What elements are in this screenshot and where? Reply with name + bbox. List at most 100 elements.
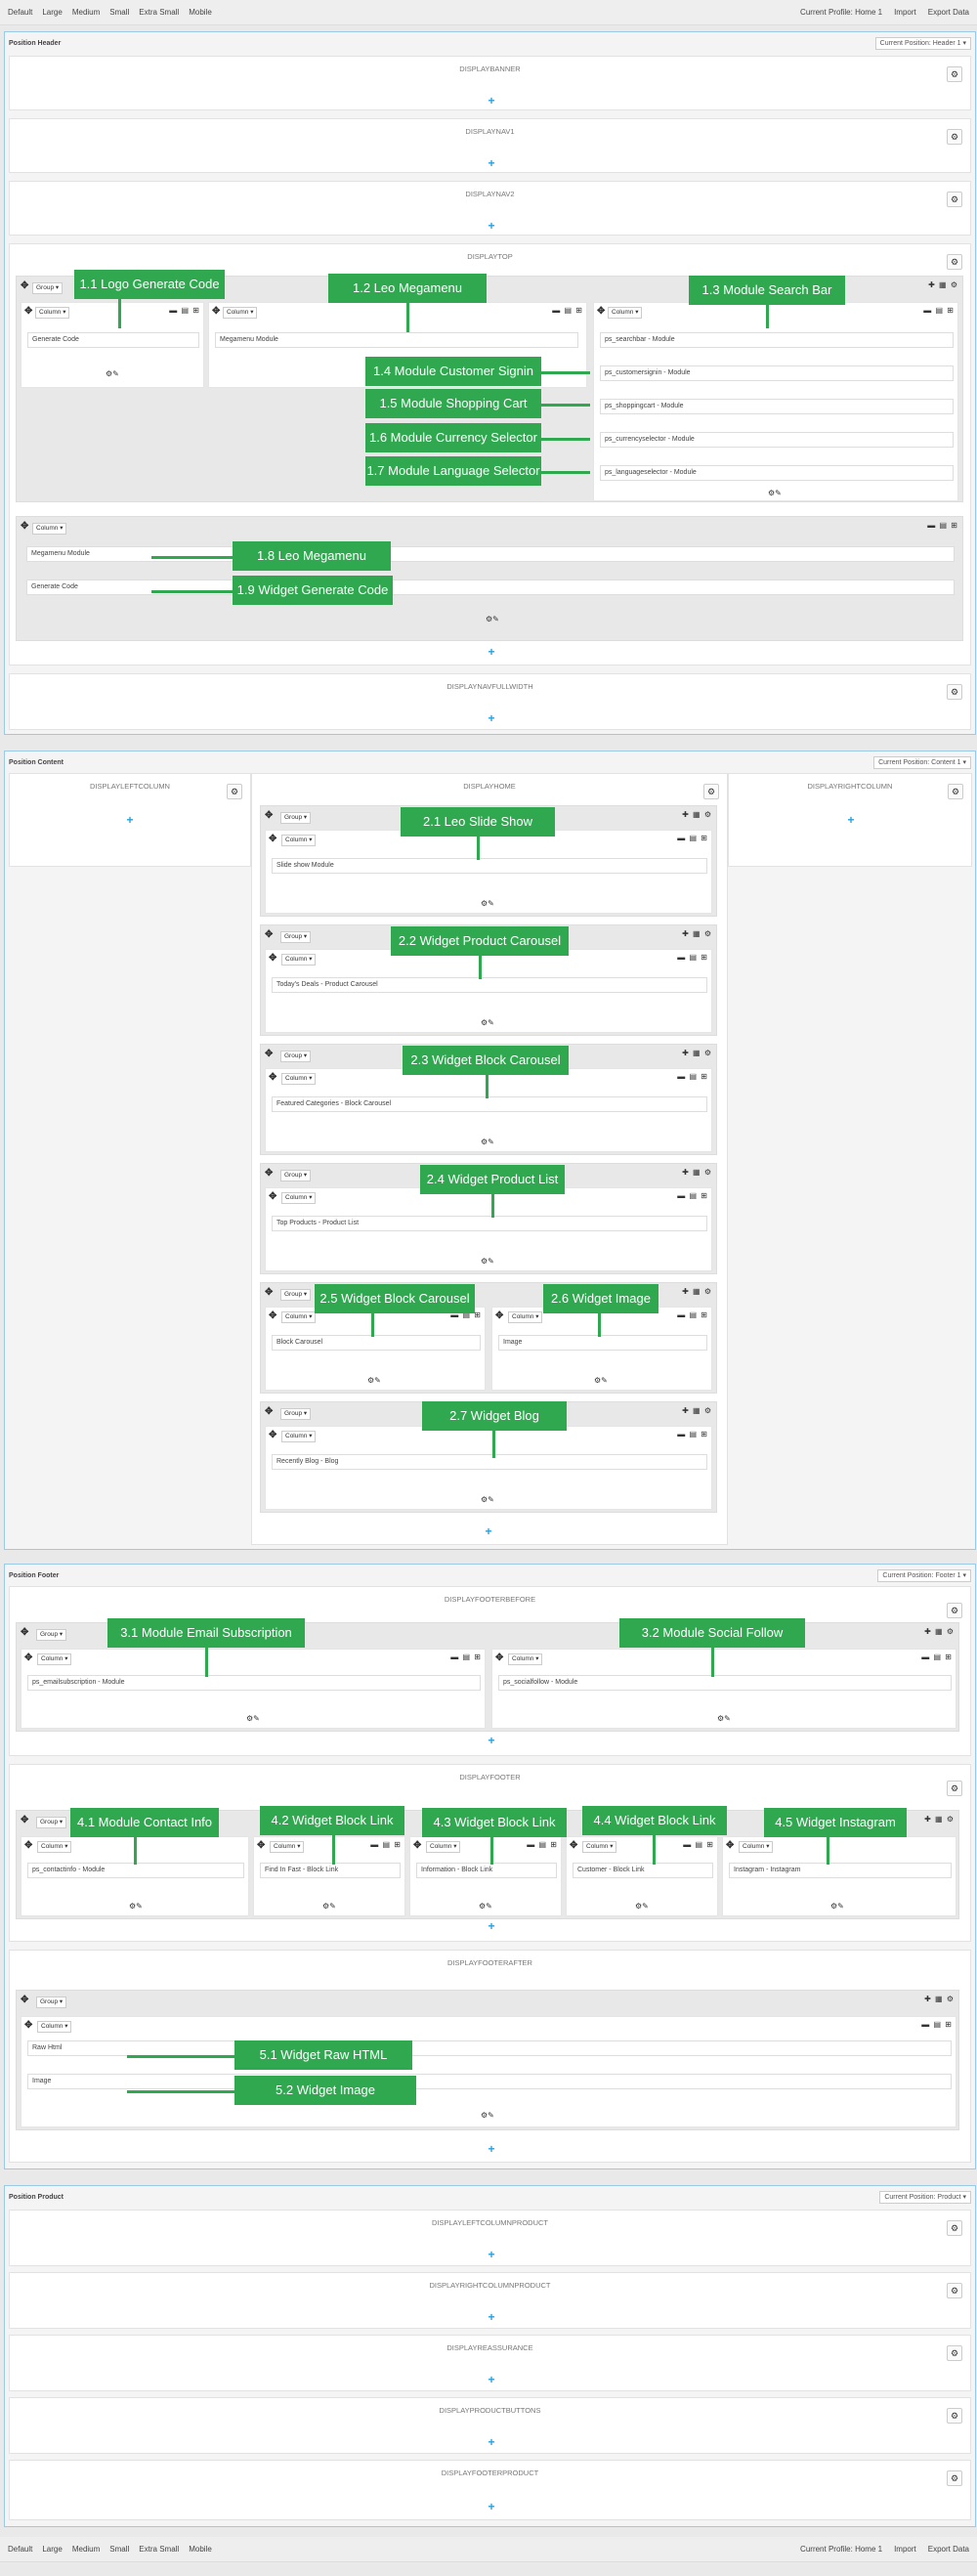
column-tools-icon[interactable]: ⚙✎ — [129, 1902, 143, 1911]
gear-icon[interactable]: ⚙ — [947, 2345, 962, 2361]
module-contactinfo[interactable]: ps_contactinfo - Module — [27, 1863, 244, 1878]
group-controls[interactable]: ✚ ▦ ⚙ — [682, 1168, 712, 1177]
add-icon[interactable]: + — [487, 645, 496, 659]
group-select[interactable]: Group ▾ — [280, 1170, 312, 1181]
add-icon[interactable]: + — [487, 1734, 496, 1747]
position-header-select[interactable]: Current Position: Header 1 ▾ — [874, 37, 971, 50]
add-icon[interactable]: + — [487, 711, 496, 725]
add-icon[interactable]: + — [487, 2248, 496, 2261]
device-medium[interactable]: Medium — [72, 2545, 100, 2554]
column-controls[interactable]: ▬ ▤ ⊞ — [921, 1653, 953, 1661]
move-handle-icon[interactable]: ✥ — [21, 521, 28, 532]
column-tools-icon[interactable]: ⚙✎ — [768, 489, 782, 497]
column-tools-icon[interactable]: ⚙✎ — [106, 369, 119, 378]
group-controls[interactable]: ✚ ▦ ⚙ — [924, 1995, 955, 2003]
module-information[interactable]: Information - Block Link — [416, 1863, 557, 1878]
move-handle-icon[interactable]: ✥ — [570, 1840, 577, 1851]
group-controls[interactable]: ✚ ▦ ⚙ — [682, 929, 712, 938]
column-select[interactable]: Column ▾ — [281, 835, 317, 846]
column-tools-icon[interactable]: ⚙✎ — [322, 1902, 336, 1911]
column-select[interactable]: Column ▾ — [35, 307, 70, 319]
column-select[interactable]: Column ▾ — [32, 523, 67, 535]
column-controls[interactable]: ▬ ▤ ⊞ — [921, 2020, 953, 2029]
position-product-select[interactable]: Current Position: Product ▾ — [879, 2191, 971, 2204]
move-handle-icon[interactable]: ✥ — [257, 1840, 265, 1851]
move-handle-icon[interactable]: ✥ — [24, 1653, 32, 1663]
group-select[interactable]: Group ▾ — [280, 1051, 312, 1062]
gear-icon[interactable]: ⚙ — [947, 254, 962, 270]
gear-icon[interactable]: ⚙ — [947, 2220, 962, 2236]
column-controls[interactable]: ▬ ▤ ⊞ — [450, 1653, 482, 1661]
module-megamenu-2[interactable]: Megamenu Module — [26, 546, 955, 562]
module-customer[interactable]: Customer - Block Link — [573, 1863, 713, 1878]
gear-icon[interactable]: ⚙ — [227, 784, 242, 799]
group-select[interactable]: Group ▾ — [280, 931, 312, 943]
move-handle-icon[interactable]: ✥ — [265, 929, 273, 940]
device-default[interactable]: Default — [8, 8, 32, 17]
move-handle-icon[interactable]: ✥ — [21, 1627, 28, 1638]
gear-icon[interactable]: ⚙ — [947, 129, 962, 145]
module-languageselector[interactable]: ps_languageselector - Module — [600, 465, 954, 481]
gear-icon[interactable]: ⚙ — [948, 784, 963, 799]
device-medium[interactable]: Medium — [72, 8, 100, 17]
add-icon[interactable]: + — [484, 1524, 493, 1538]
gear-icon[interactable]: ⚙ — [947, 66, 962, 82]
column-tools-icon[interactable]: ⚙✎ — [830, 1902, 844, 1911]
group-controls[interactable]: ✚ ▦ ⚙ — [682, 1406, 712, 1415]
module-image[interactable]: Image — [498, 1335, 707, 1351]
column-controls[interactable]: ▬ ▤ ⊞ — [677, 1191, 708, 1200]
move-handle-icon[interactable]: ✥ — [265, 1049, 273, 1059]
module-slideshow[interactable]: Slide show Module — [272, 858, 707, 874]
group-select[interactable]: Group ▾ — [280, 812, 312, 824]
module-instagram[interactable]: Instagram - Instagram — [729, 1863, 952, 1878]
gear-icon[interactable]: ⚙ — [947, 192, 962, 207]
export-button[interactable]: Export Data — [928, 8, 969, 17]
gear-icon[interactable]: ⚙ — [947, 2283, 962, 2298]
group-select[interactable]: Group ▾ — [36, 1629, 67, 1641]
move-handle-icon[interactable]: ✥ — [21, 1995, 28, 2005]
move-handle-icon[interactable]: ✥ — [265, 810, 273, 821]
module-currencyselector[interactable]: ps_currencyselector - Module — [600, 432, 954, 448]
add-icon[interactable]: + — [487, 219, 496, 233]
module-raw-html[interactable]: Raw Html — [27, 2040, 952, 2056]
column-controls[interactable]: ▬ ▤ ⊞ — [370, 1840, 402, 1849]
move-handle-icon[interactable]: ✥ — [269, 1072, 276, 1083]
column-select[interactable]: Column ▾ — [281, 1431, 317, 1442]
current-profile-button[interactable]: Current Profile: Home 1 — [800, 8, 882, 17]
column-tools-icon[interactable]: ⚙✎ — [481, 1495, 494, 1504]
move-handle-icon[interactable]: ✥ — [24, 2020, 32, 2031]
column-controls[interactable]: ▬ ▤ ⊞ — [169, 306, 200, 315]
move-handle-icon[interactable]: ✥ — [495, 1310, 503, 1321]
module-socialfollow[interactable]: ps_socialfollow - Module — [498, 1675, 952, 1691]
module-product-list[interactable]: Top Products - Product List — [272, 1216, 707, 1231]
column-tools-icon[interactable]: ⚙✎ — [479, 1902, 492, 1911]
column-select[interactable]: Column ▾ — [426, 1841, 461, 1853]
column-select[interactable]: Column ▾ — [37, 1841, 72, 1853]
group-select[interactable]: Group ▾ — [280, 1289, 312, 1301]
column-controls[interactable]: ▬ ▤ ⊞ — [677, 1310, 708, 1319]
gear-icon[interactable]: ⚙ — [703, 784, 719, 799]
column-controls[interactable]: ▬ ▤ ⊞ — [677, 1430, 708, 1438]
column-select[interactable]: Column ▾ — [281, 1311, 317, 1323]
move-handle-icon[interactable]: ✥ — [269, 1430, 276, 1440]
column-select[interactable]: Column ▾ — [281, 954, 317, 966]
module-find-in-fast[interactable]: Find In Fast - Block Link — [260, 1863, 401, 1878]
position-footer-select[interactable]: Current Position: Footer 1 ▾ — [877, 1569, 971, 1582]
module-shoppingcart[interactable]: ps_shoppingcart - Module — [600, 399, 954, 414]
move-handle-icon[interactable]: ✥ — [269, 953, 276, 964]
group-select[interactable]: Group ▾ — [36, 1996, 67, 2008]
group-controls[interactable]: ✚ ▦ ⚙ — [924, 1815, 955, 1824]
column-select[interactable]: Column ▾ — [37, 1653, 72, 1665]
column-controls[interactable]: ▬ ▤ ⊞ — [677, 834, 708, 842]
device-default[interactable]: Default — [8, 2545, 32, 2554]
current-profile-button[interactable]: Current Profile: Home 1 — [800, 2545, 882, 2554]
column-tools-icon[interactable]: ⚙✎ — [481, 899, 494, 908]
add-icon[interactable]: + — [487, 2142, 496, 2156]
device-mobile[interactable]: Mobile — [189, 8, 212, 17]
device-large[interactable]: Large — [42, 8, 62, 17]
column-tools-icon[interactable]: ⚙✎ — [367, 1376, 381, 1385]
move-handle-icon[interactable]: ✥ — [269, 834, 276, 844]
device-mobile[interactable]: Mobile — [189, 2545, 212, 2554]
module-emailsubscription[interactable]: ps_emailsubscription - Module — [27, 1675, 481, 1691]
move-handle-icon[interactable]: ✥ — [21, 1815, 28, 1825]
